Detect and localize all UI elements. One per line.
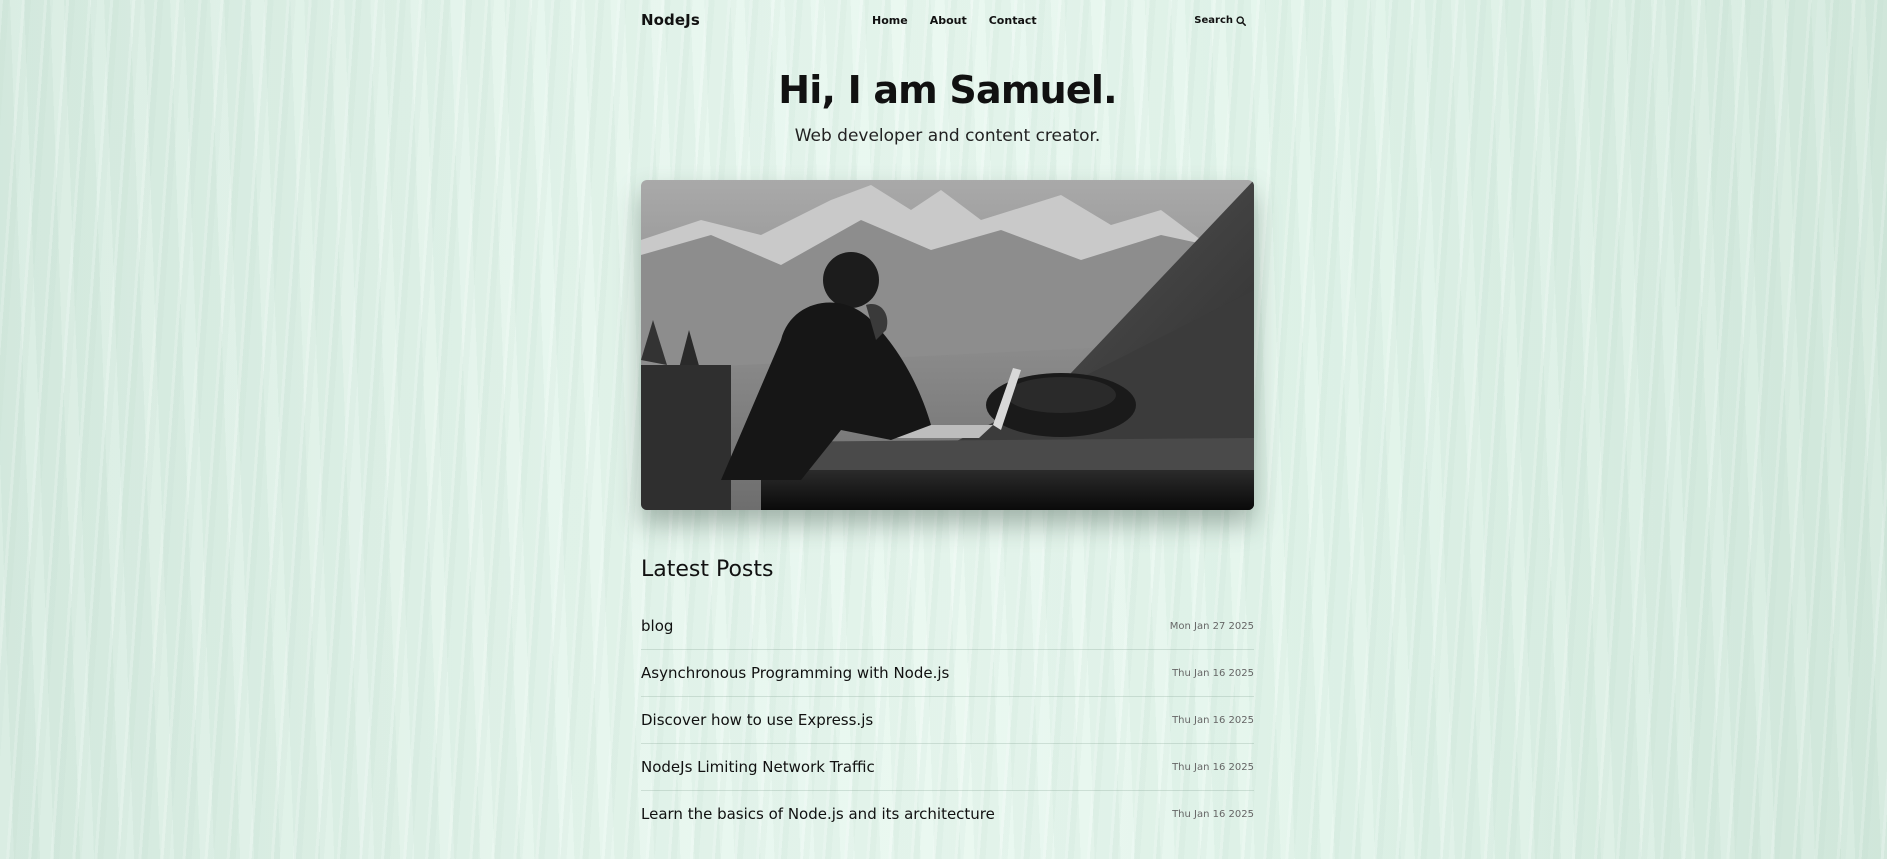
search-label: Search — [1194, 15, 1233, 26]
search-icon — [1236, 15, 1246, 26]
post-title[interactable]: NodeJs Limiting Network Traffic — [641, 758, 875, 776]
post-date: Thu Jan 16 2025 — [1172, 667, 1254, 679]
post-title[interactable]: Asynchronous Programming with Node.js — [641, 664, 949, 682]
search-button[interactable]: Search — [1194, 15, 1246, 26]
hero-photo-man-laptop-mountains — [641, 180, 1254, 510]
site-logo[interactable]: NodeJs — [641, 11, 700, 29]
hero-title: Hi, I am Samuel. — [778, 68, 1117, 112]
nav-contact[interactable]: Contact — [989, 14, 1037, 27]
hero-image — [641, 180, 1254, 510]
nav-home[interactable]: Home — [872, 14, 908, 27]
posts-list: blog Mon Jan 27 2025 Asynchronous Progra… — [641, 603, 1254, 837]
latest-posts-heading: Latest Posts — [641, 557, 774, 582]
post-title[interactable]: blog — [641, 617, 673, 635]
post-item[interactable]: Discover how to use Express.js Thu Jan 1… — [641, 697, 1254, 744]
post-date: Thu Jan 16 2025 — [1172, 714, 1254, 726]
post-date: Thu Jan 16 2025 — [1172, 761, 1254, 773]
post-item[interactable]: Asynchronous Programming with Node.js Th… — [641, 650, 1254, 697]
site-header: NodeJs Home About Contact Search — [641, 0, 1254, 42]
post-item[interactable]: blog Mon Jan 27 2025 — [641, 603, 1254, 650]
main-nav: Home About Contact — [872, 14, 1059, 27]
post-date: Thu Jan 16 2025 — [1172, 808, 1254, 820]
post-title[interactable]: Discover how to use Express.js — [641, 711, 873, 729]
post-item[interactable]: Learn the basics of Node.js and its arch… — [641, 791, 1254, 837]
nav-about[interactable]: About — [930, 14, 967, 27]
post-item[interactable]: NodeJs Limiting Network Traffic Thu Jan … — [641, 744, 1254, 791]
page-container: NodeJs Home About Contact Search Hi, I a… — [641, 0, 1254, 823]
post-date: Mon Jan 27 2025 — [1169, 620, 1254, 632]
post-title[interactable]: Learn the basics of Node.js and its arch… — [641, 805, 995, 823]
hero-subtitle: Web developer and content creator. — [794, 126, 1101, 146]
